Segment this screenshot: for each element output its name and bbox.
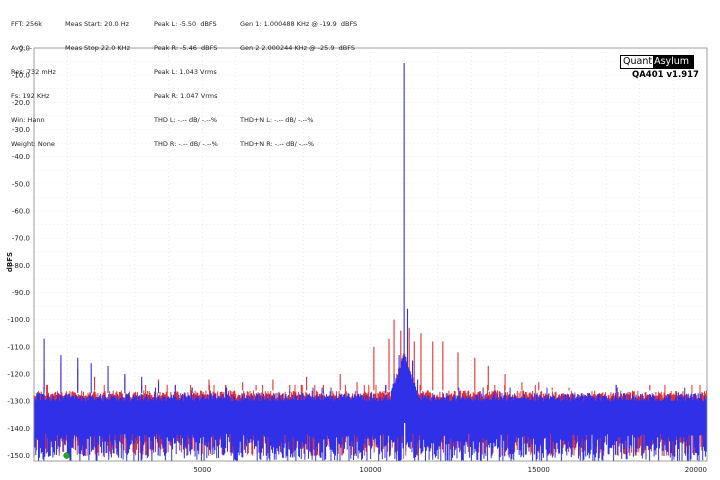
spectrum-chart[interactable]: 0.0-10.0-20.0-30.0-40.0-50.0-60.0-70.0-8… — [0, 0, 720, 480]
info-col-2: Meas Start: 20.0 Hz Meas Stop 22.0 KHz — [65, 4, 130, 68]
info-thd-l: THD L: -.-- dB/ -.--% — [154, 116, 218, 124]
y-tick-label: -90.0 — [12, 289, 30, 297]
analyzer-window: 0.0 -10.0 -20.0 -30.0 -40.0 -50.0 -60.0 -70.0 -8… — [0, 0, 720, 480]
logo-part-asylum: Asylum — [653, 56, 693, 68]
x-tick-label: 5000 — [193, 466, 211, 474]
info-thdn-r: THD+N R: -.-- dB/ -.--% — [240, 140, 315, 148]
y-tick-label: -150.0 — [7, 452, 30, 460]
version-label: QA401 v1.917 — [632, 70, 699, 80]
y-tick-label: -100.0 — [7, 316, 30, 324]
info-thd-r: THD R: -.-- dB/ -.--% — [154, 140, 218, 148]
info-meas-start: Meas Start: 20.0 Hz — [65, 20, 130, 28]
y-axis-label: dBFS — [6, 252, 14, 272]
info-col-4: Gen 1: 1.000488 KHz @ -19.9 dBFS Gen 2 2… — [240, 4, 357, 164]
info-col-1: FFT: 256k Avg: -- Res: 732 mHz Fs: 192 K… — [11, 4, 56, 164]
info-peak-l-dbfs: Peak L: -5.50 dBFS — [154, 20, 217, 28]
info-peak-r-vrms: Peak R: 1.047 Vrms — [154, 92, 218, 100]
info-peak-l-vrms: Peak L: 1.043 Vrms — [154, 68, 217, 76]
info-res: Res: 732 mHz — [11, 68, 56, 76]
info-gen2: Gen 2 2.000244 KHz @ -25.9 dBFS — [240, 44, 355, 52]
info-col-3: Peak L: -5.50 dBFS Peak R: -5.46 dBFS Pe… — [154, 4, 218, 164]
info-fft: FFT: 256k — [11, 20, 43, 28]
info-win: Win: Hann — [11, 116, 45, 124]
y-tick-label: -60.0 — [12, 208, 30, 216]
info-fs: Fs: 192 KHz — [11, 92, 50, 100]
x-tick-label: 10000 — [359, 466, 381, 474]
y-tick-label: -140.0 — [7, 425, 30, 433]
y-tick-label: -130.0 — [7, 398, 30, 406]
info-meas-stop: Meas Stop 22.0 KHz — [65, 44, 130, 52]
info-avg: Avg: -- — [11, 44, 32, 52]
y-tick-label: -50.0 — [12, 180, 30, 188]
y-tick-label: -80.0 — [12, 262, 30, 270]
cursor-marker[interactable] — [63, 452, 70, 459]
logo-part-quant: Quant — [621, 56, 654, 68]
info-weight: Weight: None — [11, 140, 55, 148]
info-gen1: Gen 1: 1.000488 KHz @ -19.9 dBFS — [240, 20, 358, 28]
info-spacer-2 — [240, 92, 357, 100]
info-spacer-1 — [240, 68, 357, 76]
info-thdn-l: THD+N L: -.-- dB/ -.--% — [240, 116, 314, 124]
x-tick-label: 20000 — [685, 466, 707, 474]
y-tick-label: -70.0 — [12, 235, 30, 243]
info-peak-r-dbfs: Peak R: -5.46 dBFS — [154, 44, 218, 52]
x-tick-label: 15000 — [528, 466, 550, 474]
y-tick-label: -120.0 — [7, 371, 30, 379]
y-tick-label: -110.0 — [7, 343, 30, 351]
quantasylum-logo: Quant Asylum — [620, 55, 694, 69]
